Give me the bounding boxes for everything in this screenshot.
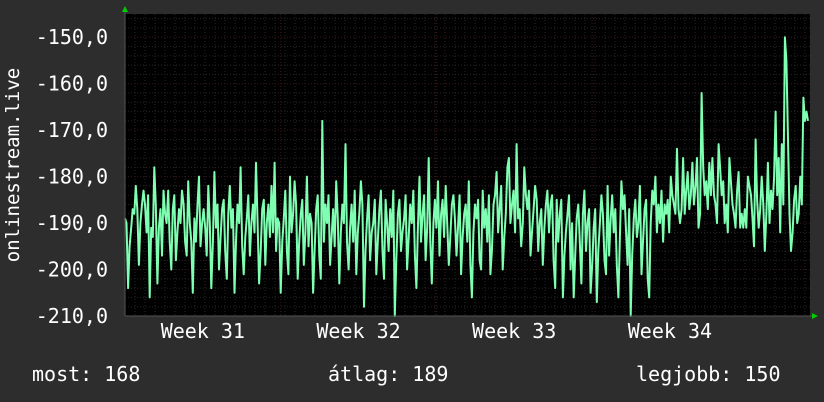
y-tick-label: -160,0 — [36, 72, 108, 96]
stat-average: átlag: 189 — [328, 362, 449, 386]
y-axis-arrow-icon — [122, 6, 128, 12]
y-axis-ticks: -150,0 -160,0 -170,0 -180,0 -190,0 -200,0 -210… — [36, 25, 108, 328]
line-chart: -150,0 -160,0 -170,0 -180,0 -190,0 -200,0 -210… — [36, 6, 818, 343]
y-tick-label: -150,0 — [36, 25, 108, 49]
x-axis-ticks: Week 31 Week 32 Week 33 Week 34 — [161, 319, 712, 343]
y-axis-label: onlinestream.live — [2, 67, 24, 263]
y-tick-label: -170,0 — [36, 118, 108, 142]
y-tick-label: -180,0 — [36, 165, 108, 189]
x-tick-label: Week 33 — [472, 319, 556, 343]
x-axis-arrow-icon — [812, 313, 818, 319]
x-tick-label: Week 32 — [316, 319, 400, 343]
y-axis-label-container: onlinestream.live — [0, 14, 26, 316]
y-tick-label: -200,0 — [36, 258, 108, 282]
x-tick-label: Week 34 — [628, 319, 712, 343]
y-tick-label: -190,0 — [36, 211, 108, 235]
x-tick-label: Week 31 — [161, 319, 245, 343]
stat-best: legjobb: 150 — [636, 362, 781, 386]
y-tick-label: -210,0 — [36, 304, 108, 328]
stat-current: most: 168 — [32, 362, 141, 386]
